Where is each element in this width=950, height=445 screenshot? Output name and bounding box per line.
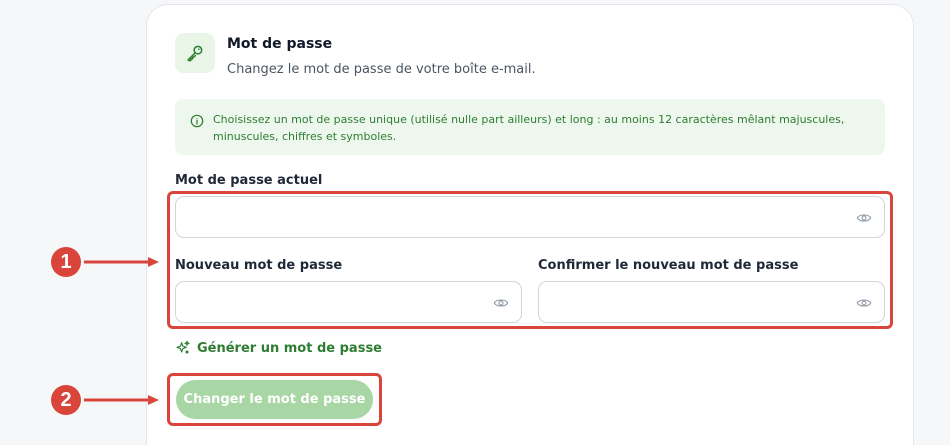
annotation-marker-1: 1	[51, 247, 81, 277]
key-icon	[187, 45, 203, 62]
highlight-box-submit-button	[167, 373, 382, 426]
annotation-marker-2: 2	[51, 385, 81, 415]
generate-password-link[interactable]: Générer un mot de passe	[175, 340, 382, 356]
section-title: Mot de passe	[227, 36, 333, 52]
generate-password-label: Générer un mot de passe	[197, 340, 382, 356]
current-password-label: Mot de passe actuel	[175, 173, 323, 188]
info-banner: Choisissez un mot de passe unique (utili…	[175, 99, 885, 155]
info-icon	[190, 114, 204, 128]
key-icon-container	[175, 33, 215, 73]
annotation-arrow-1	[84, 257, 159, 267]
highlight-box-password-fields	[167, 191, 893, 329]
info-text: Choisissez un mot de passe unique (utili…	[213, 113, 845, 143]
sparkles-icon	[176, 340, 190, 354]
annotation-arrow-2	[84, 395, 159, 405]
section-subtitle: Changez le mot de passe de votre boîte e…	[227, 62, 536, 77]
